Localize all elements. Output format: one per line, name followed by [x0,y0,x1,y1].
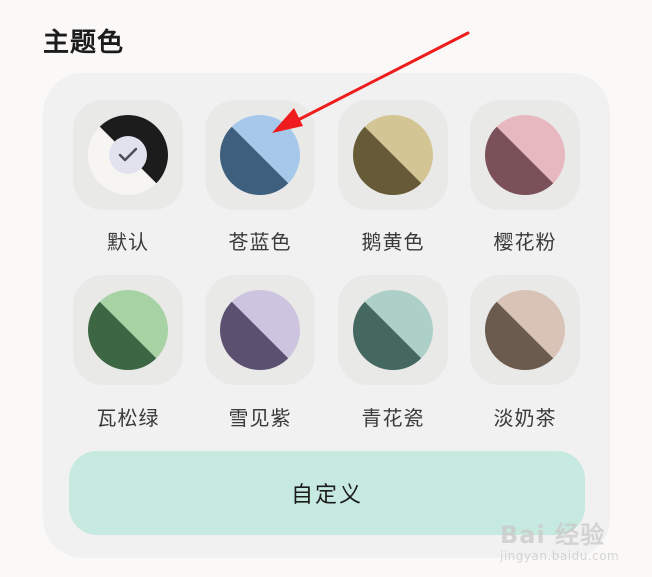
theme-swatch-label: 雪见紫 [228,406,292,430]
watermark: Bai 经验 jingyan.baidu.com [500,511,640,571]
watermark-brand: Bai 经验 [500,521,606,549]
theme-swatch-label: 樱花粉 [493,230,557,254]
theme-swatch[interactable] [470,100,580,210]
theme-color-circle [220,290,300,370]
theme-swatch-label: 默认 [107,230,149,254]
section-title: 主题色 [43,28,125,58]
theme-swatch[interactable] [205,100,315,210]
theme-swatch-label: 瓦松绿 [96,406,160,430]
watermark-url: jingyan.baidu.com [500,549,620,563]
theme-color-circle [353,290,433,370]
theme-swatch-label: 苍蓝色 [228,230,292,254]
theme-color-circle [485,290,565,370]
theme-swatch[interactable] [73,100,183,210]
selected-check-badge [109,136,147,174]
theme-color-circle [88,290,168,370]
theme-color-circle [220,115,300,195]
theme-color-circle [485,115,565,195]
theme-swatch-label: 淡奶茶 [493,406,557,430]
theme-swatch[interactable] [338,275,448,385]
checkmark-icon [118,147,138,162]
theme-swatch[interactable] [470,275,580,385]
theme-swatch[interactable] [205,275,315,385]
theme-color-circle [353,115,433,195]
theme-swatch[interactable] [73,275,183,385]
theme-swatch-label: 鹅黄色 [361,230,425,254]
theme-swatch[interactable] [338,100,448,210]
theme-swatch-label: 青花瓷 [361,406,425,430]
